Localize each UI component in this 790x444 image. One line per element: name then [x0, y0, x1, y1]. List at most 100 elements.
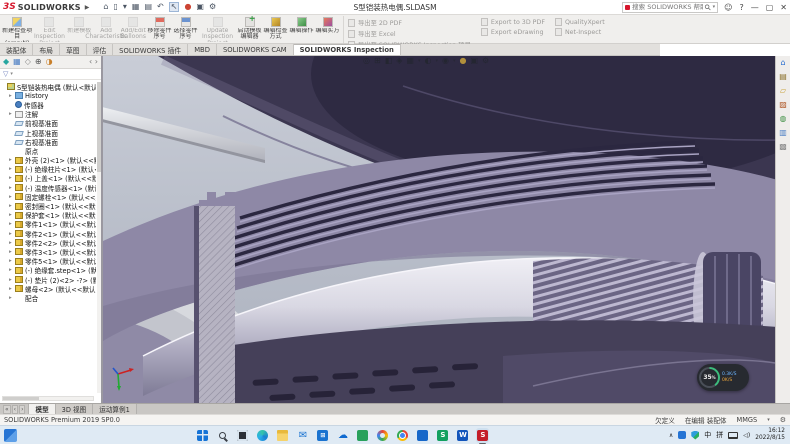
view-orientation-icon[interactable]: ▦	[406, 57, 414, 65]
green-app-icon[interactable]	[356, 428, 369, 443]
wps-icon[interactable]: S	[436, 428, 449, 443]
chrome-icon[interactable]	[396, 428, 409, 443]
featuremanager-tab-icon[interactable]: ◆	[3, 58, 9, 66]
appearances-scenes-icon[interactable]: ◍	[780, 115, 787, 123]
ribbon-button[interactable]: 编辑检查方式	[263, 16, 288, 43]
units-caret-icon[interactable]: ▾	[767, 417, 770, 423]
solidworks-taskbar-icon[interactable]: S	[476, 428, 489, 443]
annotation-view-icon[interactable]: ◈	[396, 57, 402, 65]
custom-properties-icon[interactable]: ▥	[779, 129, 787, 137]
hide-show-items-icon[interactable]: ◉	[442, 57, 449, 65]
ribbon-button[interactable]: Add/Edit Balloons	[121, 16, 146, 43]
search-caret-icon[interactable]: ▾	[713, 4, 716, 10]
apply-scene-icon[interactable]: ▣	[470, 57, 478, 65]
ribbon-button[interactable]: 编辑实方	[315, 16, 340, 43]
tree-item[interactable]: 右视基准面	[0, 137, 96, 146]
view-tab[interactable]: 模型	[29, 404, 55, 414]
ribbon-button[interactable]: 选择零件序号	[173, 16, 198, 43]
ribbon-button[interactable]: Update Inspection Project	[199, 16, 236, 43]
tab-scroll-prev-icon[interactable]: ‹	[12, 405, 18, 414]
solidworks-resources-icon[interactable]: ⌂	[780, 59, 785, 67]
export-item[interactable]: Net-Inspect	[555, 28, 605, 36]
view-tab[interactable]: 运动算例1	[93, 404, 137, 414]
hidden-icons-chevron-icon[interactable]: ∧	[669, 432, 673, 439]
export-item[interactable]: 导出至 2D PDF	[348, 18, 471, 27]
blue-app-icon[interactable]	[416, 428, 429, 443]
panel-tabs-overflow-icon[interactable]: ‹ ›	[89, 58, 98, 66]
view-palette-icon[interactable]: ▨	[779, 101, 787, 109]
edit-appearance-icon[interactable]: ●	[459, 57, 466, 65]
ribbon-button[interactable]: Edit Inspection Project	[33, 16, 65, 43]
display-settings-icon[interactable]: ▣	[196, 3, 204, 11]
search-input[interactable]	[632, 3, 703, 11]
model-3d-section-view[interactable]	[103, 56, 790, 403]
minimize-button[interactable]: —	[751, 3, 759, 12]
tree-filter[interactable]: ▽ ▾	[0, 69, 101, 80]
command-tab[interactable]: 布局	[33, 44, 60, 55]
tree-item[interactable]: ▸ 螺母<2> (默认<<默认>_显示状态	[0, 284, 96, 293]
tree-item[interactable]: ▸ History	[0, 91, 96, 100]
search-icon[interactable]: ⚲	[702, 2, 713, 13]
command-tab[interactable]: SOLIDWORKS Inspection	[294, 44, 401, 55]
onedrive-icon[interactable]: ☁	[336, 428, 349, 443]
export-item[interactable]: QualityXpert	[555, 18, 605, 26]
export-item[interactable]: Export eDrawing	[481, 28, 545, 36]
command-tab[interactable]: 装配体	[0, 44, 33, 55]
section-view-icon[interactable]: ◧	[385, 57, 393, 65]
sign-in-icon[interactable]: ☺	[724, 3, 732, 12]
ribbon-button[interactable]: 移除零件序号	[147, 16, 172, 43]
task-view-icon[interactable]	[236, 428, 249, 443]
forum-icon[interactable]: ▩	[779, 143, 787, 151]
help-button[interactable]: ?	[739, 3, 743, 12]
configurationmanager-tab-icon[interactable]: ◇	[25, 58, 31, 66]
ribbon-button[interactable]: 启动模板编辑器	[237, 16, 262, 43]
tab-scroll-next-icon[interactable]: ›	[19, 405, 25, 414]
menu-expand-arrow-icon[interactable]: ▶	[85, 4, 90, 11]
export-item[interactable]: 导出至 Excel	[348, 29, 471, 38]
help-search-box[interactable]: ⚲ ▾	[622, 2, 718, 13]
filter-funnel-icon[interactable]: ▽	[3, 70, 8, 78]
tree-item[interactable]: ▸ 配合	[0, 293, 96, 302]
export-item[interactable]: Export to 3D PDF	[481, 18, 545, 26]
device-icon[interactable]	[728, 432, 738, 439]
command-tab[interactable]: SOLIDWORKS CAM	[217, 44, 294, 55]
units-selector[interactable]: MMGS	[737, 416, 758, 424]
word-app-icon[interactable]: W	[456, 428, 469, 443]
command-tab[interactable]: 草图	[60, 44, 87, 55]
new-document-icon[interactable]: ▯	[113, 3, 117, 11]
zoom-fit-icon[interactable]: ◎	[363, 57, 370, 65]
ime-language-indicator[interactable]: 中	[704, 430, 711, 440]
tab-scroll-left-icon[interactable]: «	[3, 405, 11, 414]
tree-item[interactable]: 传感器	[0, 100, 96, 109]
security-shield-icon[interactable]	[691, 431, 699, 440]
view-settings-icon[interactable]: ⚙	[482, 57, 489, 65]
design-library-icon[interactable]: ▤	[779, 73, 787, 81]
print-icon[interactable]: ▤	[144, 3, 152, 11]
dimxpertmanager-tab-icon[interactable]: ⊕	[35, 58, 42, 66]
command-tab[interactable]: 评估	[87, 44, 114, 55]
widgets-icon[interactable]	[4, 429, 17, 442]
tree-horizontal-scrollbar[interactable]	[2, 396, 94, 401]
mail-icon[interactable]: ✉	[296, 428, 309, 443]
file-explorer-icon[interactable]: ▱	[780, 87, 786, 95]
browser-ring-app-icon[interactable]	[376, 428, 389, 443]
status-options-icon[interactable]: ⚙	[780, 416, 786, 424]
open-icon[interactable]: ▾	[123, 3, 127, 11]
restore-button[interactable]: ▢	[766, 3, 774, 12]
clock[interactable]: 16:12 2022/8/15	[755, 428, 785, 442]
filter-caret-icon[interactable]: ▾	[10, 71, 13, 77]
edge-icon[interactable]	[256, 428, 269, 443]
ribbon-button[interactable]: 编辑操作	[289, 16, 314, 43]
tree-vertical-scrollbar[interactable]	[97, 82, 101, 393]
propertymanager-tab-icon[interactable]: ▦	[13, 58, 21, 66]
display-style-icon[interactable]: ◐	[424, 57, 431, 65]
ribbon-button[interactable]: Add Characteristic	[93, 16, 120, 43]
start-icon[interactable]	[196, 428, 209, 443]
graphics-viewport[interactable]: ◎ ⊞ ◧ ◈ ▦ ▾ ◐ ▾ ◉ ▾ ● ▣ ⚙ ⌂ ▤ ▱ ▨ ◍ ▥ ▩ …	[103, 56, 790, 403]
select-icon[interactable]: ↖	[169, 2, 180, 12]
command-tab[interactable]: MBD	[188, 44, 217, 55]
displaymanager-tab-icon[interactable]: ◑	[46, 58, 53, 66]
ime-mode-indicator[interactable]: 拼	[716, 430, 723, 440]
close-button[interactable]: ✕	[780, 3, 787, 12]
zoom-area-icon[interactable]: ⊞	[374, 57, 381, 65]
